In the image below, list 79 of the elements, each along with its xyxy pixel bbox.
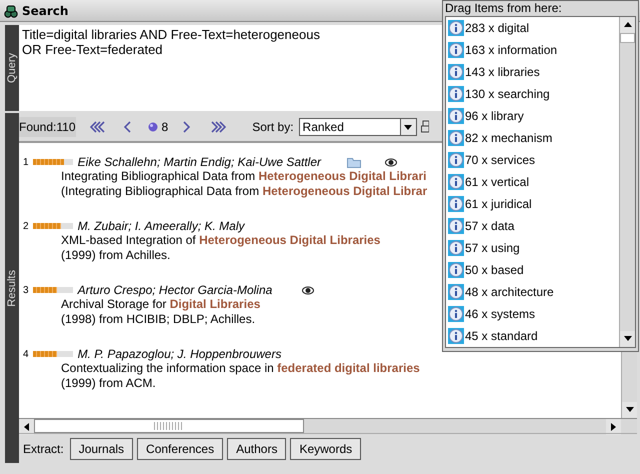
previous-page-icon[interactable] bbox=[124, 121, 132, 133]
horizontal-scrollbar[interactable] bbox=[19, 418, 637, 433]
result-title[interactable]: Integrating Bibliographical Data from Heterogeneous Digital Librari bbox=[61, 169, 426, 184]
result-source: (1998) from HCIBIB; DBLP; Achilles. bbox=[61, 312, 256, 327]
info-icon bbox=[448, 130, 464, 146]
page-ball-icon bbox=[148, 122, 158, 132]
info-icon bbox=[448, 174, 464, 190]
info-icon bbox=[448, 218, 464, 234]
scroll-down-icon[interactable] bbox=[626, 406, 634, 414]
results-tab[interactable]: Results bbox=[5, 113, 19, 463]
info-icon bbox=[448, 306, 464, 322]
sort-dropdown[interactable]: Ranked bbox=[298, 118, 417, 136]
info-icon bbox=[448, 64, 464, 80]
sort-label: Sort by: bbox=[252, 119, 294, 136]
panel-title: Drag Items from here: bbox=[444, 1, 563, 16]
panel-scrollbar[interactable] bbox=[619, 17, 635, 347]
relevance-bar bbox=[32, 223, 73, 229]
result-source: (1999) from ACM. bbox=[61, 376, 156, 391]
result-number: 1 bbox=[23, 156, 29, 170]
first-page-icon[interactable] bbox=[90, 121, 106, 133]
info-icon bbox=[448, 42, 464, 58]
keyword-item[interactable]: 61 x vertical bbox=[465, 173, 530, 191]
info-icon bbox=[448, 328, 464, 344]
result-title[interactable]: Contextualizing the information space in federated digital libraries bbox=[61, 361, 420, 376]
keyword-item[interactable]: 50 x based bbox=[465, 261, 524, 279]
keyword-item[interactable]: 48 x architecture bbox=[465, 283, 554, 301]
result-title[interactable]: Archival Storage for Digital Libraries bbox=[61, 297, 260, 312]
extract-button[interactable]: Keywords bbox=[290, 438, 362, 460]
keyword-item[interactable]: 45 x standard bbox=[465, 327, 538, 345]
result-number: 2 bbox=[23, 220, 29, 234]
info-icon bbox=[448, 108, 464, 124]
result-authors[interactable]: Eike Schallehn; Martin Endig; Kai-Uwe Sattler bbox=[78, 153, 322, 171]
info-icon bbox=[448, 20, 464, 36]
scroll-left-icon[interactable] bbox=[22, 423, 30, 431]
keyword-item[interactable]: 46 x systems bbox=[465, 305, 536, 323]
next-page-icon[interactable] bbox=[182, 121, 190, 133]
keyword-item[interactable]: 143 x libraries bbox=[465, 63, 540, 81]
keyword-item[interactable]: 163 x information bbox=[465, 41, 558, 59]
info-icon bbox=[448, 262, 464, 278]
info-icon bbox=[448, 196, 464, 212]
keyword-item[interactable]: 130 x searching bbox=[465, 85, 550, 103]
result-number: 3 bbox=[23, 284, 29, 298]
extract-button[interactable]: Conferences bbox=[137, 438, 224, 460]
last-page-icon[interactable] bbox=[210, 121, 226, 133]
extract-button[interactable]: Journals bbox=[70, 438, 134, 460]
result-authors[interactable]: M. Zubair; I. Ameerally; K. Maly bbox=[78, 217, 244, 235]
folder-icon[interactable] bbox=[347, 156, 362, 168]
result-title[interactable]: XML-based Integration of Heterogeneous Digital Libraries bbox=[61, 233, 380, 248]
extract-label: Extract: bbox=[23, 440, 64, 458]
window-title: Search bbox=[22, 2, 68, 20]
scroll-down-icon[interactable] bbox=[624, 335, 632, 343]
info-icon bbox=[448, 86, 464, 102]
result-authors[interactable]: M. P. Papazoglou; J. Hoppenbrouwers bbox=[78, 345, 282, 363]
info-icon bbox=[448, 240, 464, 256]
found-count: Found:110 bbox=[19, 117, 76, 137]
caret-icon bbox=[404, 124, 412, 130]
scroll-thumb[interactable] bbox=[620, 33, 635, 43]
keyword-item[interactable]: 61 x juridical bbox=[465, 195, 532, 213]
keyword-item[interactable]: 82 x mechanism bbox=[465, 129, 552, 147]
printer-icon[interactable] bbox=[420, 120, 429, 134]
keyword-item[interactable]: 57 x data bbox=[465, 217, 514, 235]
relevance-bar bbox=[32, 159, 73, 165]
query-tab[interactable]: Query bbox=[5, 25, 19, 111]
result-source: (Integrating Bibliographical Data from Heterogeneous Digital Librar bbox=[61, 184, 428, 199]
relevance-bar bbox=[32, 351, 73, 357]
eye-icon[interactable] bbox=[302, 286, 314, 294]
result-authors[interactable]: Arturo Crespo; Hector Garcia-Molina bbox=[78, 281, 272, 299]
eye-icon[interactable] bbox=[385, 158, 398, 166]
keyword-item[interactable]: 57 x using bbox=[465, 239, 520, 257]
keyword-item[interactable]: 70 x services bbox=[465, 151, 536, 169]
info-icon bbox=[448, 284, 464, 300]
scroll-right-icon[interactable] bbox=[610, 423, 618, 431]
info-icon bbox=[448, 152, 464, 168]
page-number: 8 bbox=[162, 119, 168, 136]
binoculars-icon bbox=[4, 4, 18, 18]
extract-button[interactable]: Authors bbox=[227, 438, 286, 460]
relevance-bar bbox=[32, 287, 73, 293]
result-source: (1999) from Achilles. bbox=[61, 248, 170, 263]
result-number: 4 bbox=[23, 348, 29, 362]
